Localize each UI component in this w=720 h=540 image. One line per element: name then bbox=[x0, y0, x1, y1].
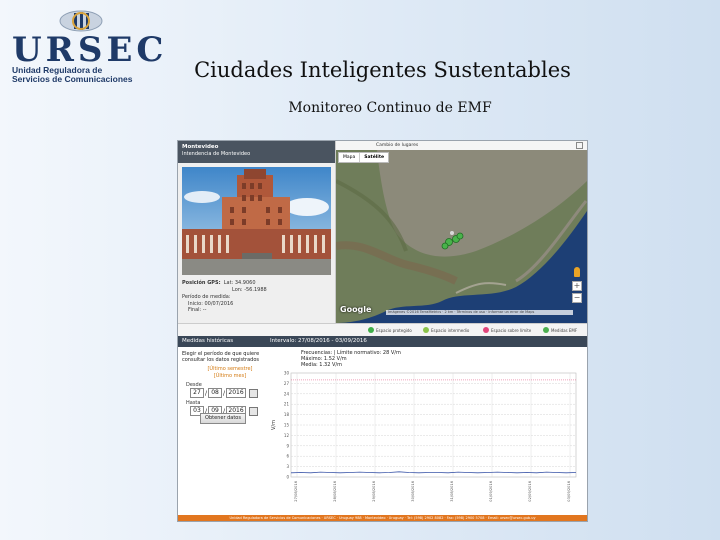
logo-emblem-icon bbox=[59, 10, 103, 32]
y-tick-label: 9 bbox=[286, 443, 289, 448]
y-tick-label: 24 bbox=[284, 391, 290, 396]
app-footer: Unidad Reguladora de Servicios de Comuni… bbox=[178, 515, 587, 521]
calendar-icon[interactable] bbox=[249, 406, 259, 416]
gps-row: Posición GPS: Lat: 34.9060 bbox=[182, 280, 256, 286]
legend-item: Medidas EMF bbox=[543, 327, 577, 333]
x-tick-label: 03/09/2016 bbox=[567, 480, 571, 501]
history-header-bar: Medidas históricas Intervalo: 27/08/2016… bbox=[178, 336, 587, 347]
x-tick-label: 30/08/2016 bbox=[411, 480, 415, 501]
slide-subtitle: Monitoreo Continuo de EMF bbox=[288, 100, 492, 116]
history-interval: Intervalo: 27/08/2016 - 03/09/2016 bbox=[270, 338, 367, 344]
map-close-icon[interactable] bbox=[576, 142, 583, 149]
last-month-link[interactable]: [Último mes] bbox=[206, 373, 254, 379]
date-range-form: Elegir el período de que quiere consulta… bbox=[178, 347, 270, 515]
from-month-input[interactable]: 08 bbox=[208, 388, 223, 398]
map-attribution: Imágenes ©2016 TerraMetrics · 2 km · Tér… bbox=[386, 310, 573, 315]
map-search-bar[interactable]: Cambio de lugares bbox=[336, 141, 587, 150]
last-semester-link[interactable]: [Último semestre] bbox=[206, 366, 254, 372]
site-building-photo bbox=[182, 167, 331, 275]
gps-lat: Lat: 34.9060 bbox=[223, 280, 256, 286]
emf-line-chart: 302724211815129630V/m27/08/2016 28/08/201… bbox=[271, 371, 577, 502]
map-satellite-image bbox=[336, 141, 587, 323]
from-year-input[interactable]: 2016 bbox=[226, 388, 247, 398]
x-tick-label: 01/09/2016 bbox=[489, 480, 493, 501]
history-title: Medidas históricas bbox=[182, 338, 234, 344]
map-type-satellite[interactable]: Satélite bbox=[359, 153, 388, 162]
google-logo: Google bbox=[340, 305, 372, 314]
from-day-input[interactable]: 27 bbox=[190, 388, 204, 398]
x-tick-label: 28/08/2016 bbox=[333, 480, 337, 501]
form-instructions: Elegir el período de que quiere consulta… bbox=[182, 351, 260, 363]
y-tick-label: 6 bbox=[286, 454, 289, 459]
chart-summary: Frecuencias: | Límite normativo: 28 V/m … bbox=[301, 350, 401, 368]
calendar-icon[interactable] bbox=[249, 388, 259, 398]
site-name: Montevideo bbox=[182, 144, 219, 150]
get-data-button[interactable]: Obtener datos bbox=[200, 413, 246, 424]
y-tick-label: 30 bbox=[284, 371, 290, 376]
period-end: Final: -- bbox=[188, 307, 207, 313]
map-type-map[interactable]: Mapa bbox=[339, 153, 359, 162]
gps-lon: Lon: -56.1988 bbox=[232, 287, 267, 293]
y-tick-label: 3 bbox=[286, 464, 289, 469]
zoom-out-button[interactable]: − bbox=[572, 293, 582, 303]
site-header: Montevideo Intendencia de Montevideo bbox=[178, 141, 335, 163]
x-tick-label: 27/08/2016 bbox=[294, 480, 298, 501]
site-info-panel: Montevideo Intendencia de Montevideo Pos… bbox=[178, 141, 336, 323]
y-tick-label: 0 bbox=[286, 475, 289, 480]
slide-title: Ciudades Inteligentes Sustentables bbox=[194, 58, 571, 82]
emf-chart-panel: Frecuencias: | Límite normativo: 28 V/m … bbox=[271, 347, 587, 515]
site-org: Intendencia de Montevideo bbox=[182, 151, 251, 157]
y-tick-label: 21 bbox=[284, 402, 290, 407]
x-tick-label: 31/08/2016 bbox=[450, 480, 454, 501]
x-tick-label: 29/08/2016 bbox=[372, 480, 376, 501]
from-date: 27/ 08/ 2016 bbox=[190, 388, 259, 398]
period-label: Período de medida: bbox=[182, 294, 231, 300]
y-tick-label: 27 bbox=[284, 381, 290, 386]
zoom-in-button[interactable]: + bbox=[572, 281, 582, 291]
legend-item: Espacio intermedio bbox=[423, 327, 469, 333]
y-tick-label: 12 bbox=[284, 433, 290, 438]
monitoring-app-screenshot: Montevideo Intendencia de Montevideo Pos… bbox=[177, 140, 588, 522]
y-axis-label: V/m bbox=[271, 420, 277, 430]
street-view-pegman-icon[interactable] bbox=[574, 267, 580, 277]
map-type-toggle[interactable]: Mapa Satélite bbox=[338, 152, 390, 163]
x-tick-label: 02/09/2016 bbox=[528, 480, 532, 501]
y-tick-label: 15 bbox=[284, 423, 290, 428]
legend-item: Espacio sobre límite bbox=[483, 327, 531, 333]
satellite-map[interactable]: Cambio de lugares Mapa Satélite + − Goog… bbox=[336, 141, 587, 323]
legend-item: Espacio protegido bbox=[368, 327, 412, 333]
y-tick-label: 18 bbox=[284, 412, 290, 417]
